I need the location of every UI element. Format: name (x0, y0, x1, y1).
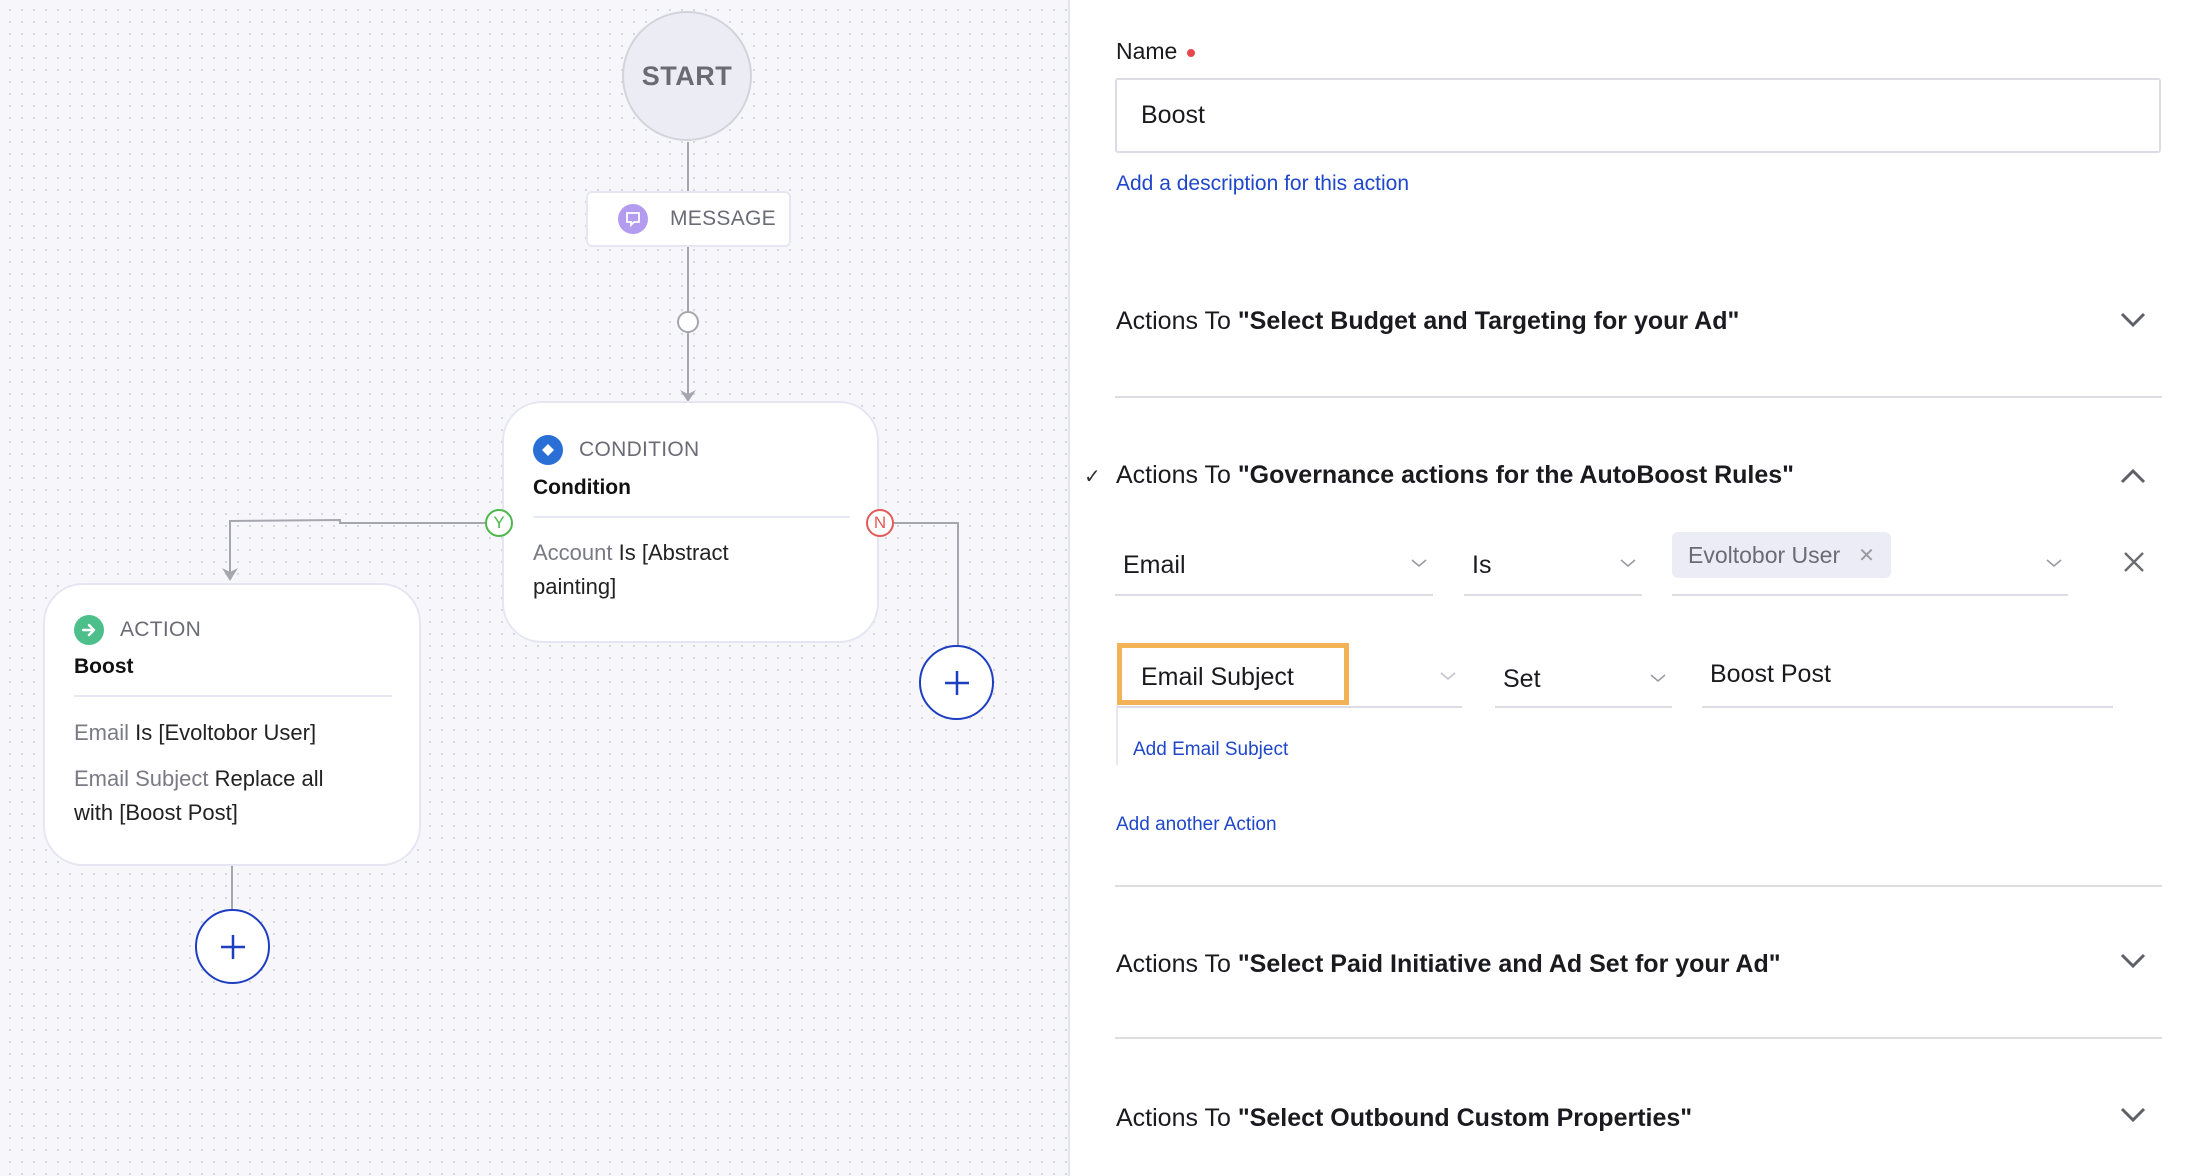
section-prefix: Actions To (1116, 307, 1238, 335)
chevron-down-icon (2046, 559, 2062, 568)
action-row-guide-line (1116, 705, 1118, 765)
arrow-right-icon (74, 615, 104, 645)
action-node-kind: ACTION (120, 618, 202, 641)
chevron-down-icon (1650, 674, 1666, 683)
connector-dot (677, 311, 699, 333)
section-divider (1115, 885, 2162, 887)
action-rule-text-cont: with [Boost Post] (74, 800, 238, 825)
section-prefix: Actions To (1116, 950, 1238, 978)
section-divider (1115, 1037, 2162, 1039)
action-value-input[interactable]: Boost Post (1702, 643, 2113, 708)
condition-node-kind: CONDITION (579, 438, 700, 461)
action-rule: Email Subject Replace all with [Boost Po… (74, 762, 404, 830)
section-header-paid-initiative[interactable]: Actions To "Select Paid Initiative and A… (1116, 950, 1781, 979)
completed-check-icon: ✓ (1084, 466, 1101, 488)
edge-yes-branch (229, 518, 486, 574)
diamond-icon (533, 435, 563, 465)
add-description-link[interactable]: Add a description for this action (1116, 172, 1409, 196)
condition-operator-value: Is (1472, 551, 1492, 579)
required-indicator (1187, 48, 1196, 57)
chat-bubble-icon (618, 204, 648, 234)
chevron-down-icon (1440, 672, 1456, 681)
highlight-box (1117, 643, 1349, 705)
condition-node-separator (533, 516, 850, 518)
chevron-down-icon (1411, 559, 1427, 568)
name-label: Name (1116, 38, 1196, 65)
plus-icon (944, 670, 969, 695)
condition-rule-text: Is [Abstract (618, 540, 729, 565)
section-title: "Select Paid Initiative and Ad Set for y… (1237, 950, 1781, 978)
plus-icon (220, 934, 245, 959)
add-node-button-no-branch[interactable] (919, 645, 994, 720)
message-node[interactable]: MESSAGE (586, 191, 791, 247)
section-title: "Governance actions for the AutoBoost Ru… (1237, 461, 1795, 489)
action-rule-field: Email Subject (74, 766, 209, 791)
start-node[interactable]: START (622, 11, 752, 141)
panel-divider (1068, 0, 1070, 1176)
section-divider (1115, 396, 2162, 398)
name-label-text: Name (1116, 38, 1178, 64)
section-prefix: Actions To (1116, 461, 1238, 489)
no-branch-badge[interactable]: N (866, 509, 894, 537)
section-title: "Select Outbound Custom Properties" (1237, 1104, 1693, 1132)
yes-branch-badge[interactable]: Y (485, 509, 513, 537)
chevron-down-icon (1620, 559, 1636, 568)
action-operator-value: Set (1503, 665, 1541, 693)
remove-condition-icon[interactable] (2122, 550, 2146, 574)
action-node[interactable]: ACTION Boost Email Is [Evoltobor User] E… (43, 583, 421, 866)
chevron-down-icon[interactable] (2120, 952, 2146, 970)
action-node-title: Boost (74, 655, 134, 678)
edge-no-branch (894, 522, 959, 645)
condition-rule-field: Account (533, 540, 613, 565)
chip-remove-icon[interactable]: ✕ (1858, 543, 1875, 568)
condition-node[interactable]: CONDITION Condition Account Is [Abstract… (502, 401, 879, 643)
action-rule: Email Is [Evoltobor User] (74, 716, 404, 750)
action-rule-text: Is [Evoltobor User] (135, 720, 317, 745)
section-prefix: Actions To (1116, 1104, 1238, 1132)
value-chip: Evoltobor User ✕ (1672, 532, 1891, 578)
condition-rule: Account Is [Abstract painting] (533, 536, 853, 604)
value-chip-label: Evoltobor User (1688, 541, 1841, 568)
add-node-button-action[interactable] (195, 909, 270, 984)
action-rule-text: Replace all (214, 766, 324, 791)
action-operator-select[interactable]: Set (1495, 643, 1672, 708)
message-node-label: MESSAGE (670, 207, 776, 230)
condition-field-select[interactable]: Email (1115, 540, 1433, 596)
condition-field-value: Email (1123, 551, 1186, 579)
add-another-action-link[interactable]: Add another Action (1116, 814, 1277, 836)
name-input[interactable] (1115, 78, 2161, 153)
section-header-budget-targeting[interactable]: Actions To "Select Budget and Targeting … (1116, 307, 1739, 336)
condition-value-multiselect[interactable]: Evoltobor User ✕ (1672, 530, 2068, 596)
action-value-text: Boost Post (1710, 660, 1831, 688)
chevron-up-icon[interactable] (2120, 467, 2146, 485)
section-header-outbound-properties[interactable]: Actions To "Select Outbound Custom Prope… (1116, 1104, 1692, 1133)
condition-operator-select[interactable]: Is (1464, 540, 1642, 596)
condition-rule-text-cont: painting] (533, 574, 617, 599)
action-node-separator (74, 695, 392, 697)
condition-node-title: Condition (533, 476, 631, 499)
section-header-governance[interactable]: Actions To "Governance actions for the A… (1116, 461, 1794, 490)
chevron-down-icon[interactable] (2120, 1106, 2146, 1124)
chevron-down-icon[interactable] (2120, 311, 2146, 329)
section-title: "Select Budget and Targeting for your Ad… (1237, 307, 1740, 335)
add-email-subject-link[interactable]: Add Email Subject (1133, 739, 1288, 761)
action-rule-field: Email (74, 720, 130, 745)
